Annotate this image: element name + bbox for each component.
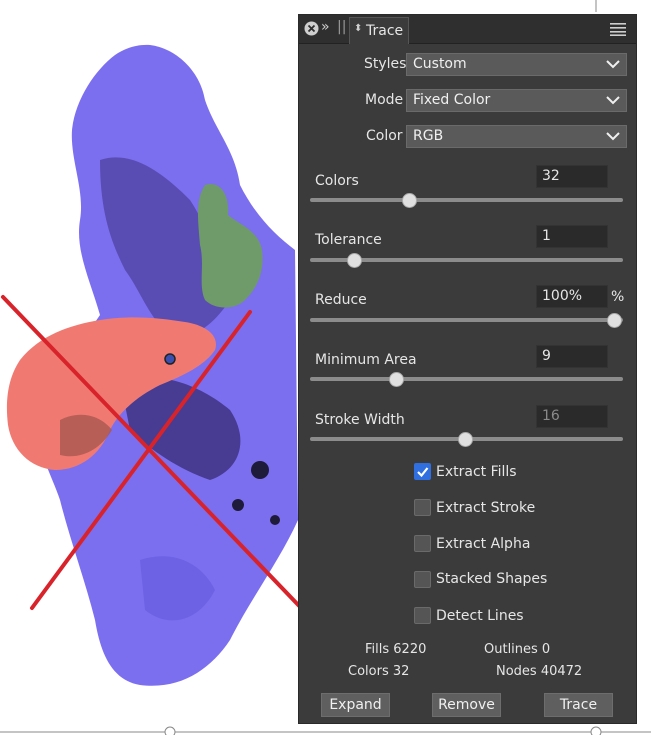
- checkmark-icon: [417, 467, 429, 478]
- tolerance-slider-knob[interactable]: [347, 253, 362, 268]
- styles-select[interactable]: Custom: [406, 53, 627, 76]
- detect-lines-label: Detect Lines: [436, 608, 524, 624]
- stacked-shapes-label: Stacked Shapes: [436, 571, 548, 587]
- tolerance-value-input[interactable]: 1: [536, 225, 608, 248]
- outlines-count: Outlines 0: [484, 642, 551, 657]
- trace-button[interactable]: Trace: [544, 693, 613, 717]
- fills-count: Fills 6220: [365, 642, 427, 657]
- detect-lines-checkbox[interactable]: [414, 607, 431, 624]
- extract-stroke-checkbox[interactable]: [414, 499, 431, 516]
- remove-button[interactable]: Remove: [432, 693, 501, 717]
- chevron-down-icon: [606, 132, 620, 141]
- color-select[interactable]: RGB: [406, 125, 627, 148]
- close-icon[interactable]: [304, 21, 319, 36]
- extract-fills-checkbox[interactable]: [414, 463, 431, 480]
- hamburger-menu-icon[interactable]: [610, 22, 626, 36]
- chevron-down-icon: [606, 60, 620, 69]
- minimum-area-slider-label: Minimum Area: [315, 352, 417, 368]
- reduce-slider-knob[interactable]: [607, 313, 622, 328]
- extract-fills-label: Extract Fills: [436, 464, 517, 480]
- sort-caret-icon: ⬍: [354, 23, 363, 34]
- styles-label: Styles: [364, 56, 407, 72]
- tolerance-slider-label: Tolerance: [315, 232, 382, 248]
- reduce-slider-track[interactable]: [310, 318, 623, 322]
- collapse-arrows-icon[interactable]: »: [321, 19, 330, 35]
- extract-stroke-label: Extract Stroke: [436, 500, 536, 516]
- colors-value-input[interactable]: 32: [536, 165, 608, 188]
- color-label: Color: [366, 128, 403, 144]
- extract-alpha-label: Extract Alpha: [436, 536, 531, 552]
- minimum-area-slider-knob[interactable]: [389, 372, 404, 387]
- grip-icon[interactable]: ||: [337, 19, 346, 35]
- minimum-area-value-input[interactable]: 9: [536, 345, 608, 368]
- colors-slider-knob[interactable]: [402, 193, 417, 208]
- reduce-unit-label: %: [611, 289, 625, 305]
- stroke-width-slider-label: Stroke Width: [315, 412, 405, 428]
- nodes-count: Nodes 40472: [496, 664, 583, 679]
- expand-button[interactable]: Expand: [321, 693, 390, 717]
- reduce-slider-label: Reduce: [315, 292, 367, 308]
- colors-count: Colors 32: [348, 664, 410, 679]
- mode-label: Mode: [365, 92, 404, 108]
- mode-select[interactable]: Fixed Color: [406, 89, 627, 112]
- reduce-value-input[interactable]: 100%: [536, 285, 608, 308]
- trace-panel: » || ⬍ Trace Styles Custom Mode Fixed Co…: [298, 14, 637, 724]
- stroke-width-slider-knob[interactable]: [458, 432, 473, 447]
- tab-trace[interactable]: ⬍ Trace: [349, 17, 409, 44]
- stacked-shapes-checkbox[interactable]: [414, 571, 431, 588]
- minimum-area-slider-track[interactable]: [310, 377, 623, 381]
- panel-tab-bar: » || ⬍ Trace: [299, 15, 636, 44]
- chevron-down-icon: [606, 96, 620, 105]
- colors-slider-label: Colors: [315, 173, 359, 189]
- extract-alpha-checkbox[interactable]: [414, 535, 431, 552]
- colors-slider-track[interactable]: [310, 198, 623, 202]
- stroke-width-value-input[interactable]: 16: [536, 405, 608, 428]
